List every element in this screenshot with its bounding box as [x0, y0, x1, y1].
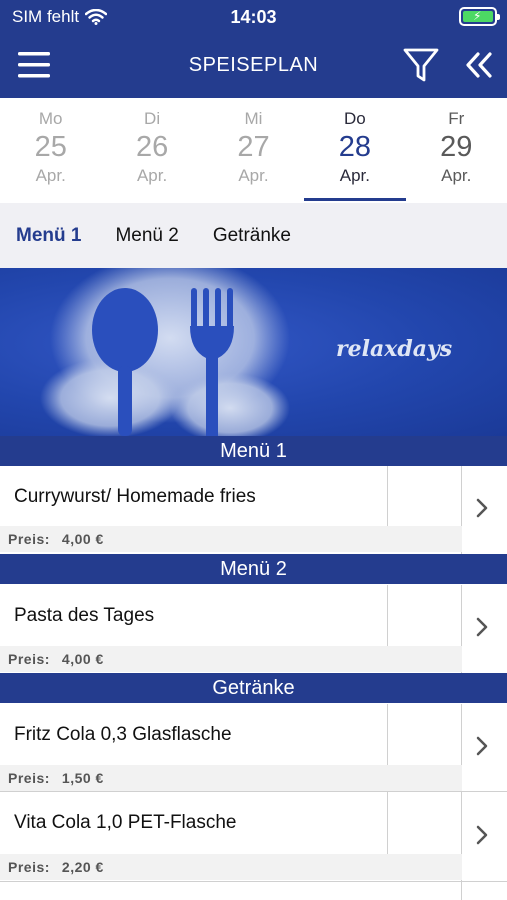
price-value: 4,00 €: [61, 531, 104, 547]
status-bar: SIM fehlt 14:03 ⚡: [0, 0, 507, 34]
menu-item-partial[interactable]: [0, 882, 507, 900]
divider: [387, 585, 388, 647]
day-selector: Mo 25 Apr. Di 26 Apr. Mi 27 Apr. Do 28 A…: [0, 98, 507, 203]
price-value: 1,50 €: [61, 770, 104, 786]
brand-logo: relaxdays: [336, 336, 453, 362]
menu-item[interactable]: Pasta des Tages Preis: 4,00 €: [0, 585, 507, 673]
day-tab-mi[interactable]: Mi 27 Apr.: [203, 98, 304, 203]
price-value: 4,00 €: [61, 651, 104, 667]
day-number: 26: [135, 131, 169, 163]
divider: [387, 466, 388, 528]
app-header: SIM fehlt 14:03 ⚡ SPEISEPLAN: [0, 0, 507, 98]
price-label: Preis:: [8, 859, 50, 875]
menu-item-name: Pasta des Tages: [14, 605, 155, 626]
divider: [461, 882, 462, 900]
tab-menu-1[interactable]: Menü 1: [16, 225, 81, 247]
menu-item-name: Fritz Cola 0,3 Glasflasche: [14, 724, 232, 745]
day-tab-mo[interactable]: Mo 25 Apr.: [0, 98, 101, 203]
menu-item-price-row: Preis: 2,20 €: [0, 854, 462, 880]
chevron-right-icon[interactable]: [470, 823, 494, 847]
price-label: Preis:: [8, 531, 50, 547]
day-number: 29: [440, 131, 473, 163]
menu-item-name: Currywurst/ Homemade fries: [14, 486, 256, 507]
day-number: 28: [338, 131, 371, 163]
day-tab-do[interactable]: Do 28 Apr.: [304, 98, 406, 203]
tab-getraenke[interactable]: Getränke: [213, 225, 291, 247]
chevron-right-icon[interactable]: [470, 496, 494, 520]
day-month: Apr.: [35, 166, 66, 185]
active-day-indicator: [304, 198, 406, 201]
top-bar: SPEISEPLAN: [0, 34, 507, 98]
day-weekday: Di: [144, 109, 161, 128]
divider: [387, 704, 388, 766]
day-tab-di[interactable]: Di 26 Apr.: [101, 98, 202, 203]
filter-icon[interactable]: [402, 46, 440, 84]
day-month: Apr.: [339, 166, 370, 185]
status-time: 14:03: [230, 7, 277, 27]
day-weekday: Do: [344, 109, 366, 128]
day-number: 27: [237, 131, 270, 163]
price-label: Preis:: [8, 651, 50, 667]
menu-item[interactable]: Fritz Cola 0,3 Glasflasche Preis: 1,50 €: [0, 704, 507, 792]
double-chevron-left-icon[interactable]: [462, 48, 496, 82]
price-value: 2,20 €: [61, 859, 104, 875]
banner-image: relaxdays: [0, 268, 507, 436]
menu-item-price-row: Preis: 4,00 €: [0, 526, 462, 552]
menu-item-price-row: Preis: 1,50 €: [0, 765, 462, 791]
section-header-menu-1: Menü 1: [0, 436, 507, 466]
day-number: 25: [34, 131, 67, 163]
chevron-right-icon[interactable]: [470, 615, 494, 639]
menu-item[interactable]: Currywurst/ Homemade fries Preis: 4,00 €: [0, 466, 507, 554]
menu-item[interactable]: Vita Cola 1,0 PET-Flasche Preis: 2,20 €: [0, 792, 507, 882]
menu-item-name: Vita Cola 1,0 PET-Flasche: [14, 812, 237, 833]
day-weekday: Fr: [448, 109, 465, 128]
battery-icon: ⚡: [459, 7, 500, 26]
chevron-right-icon[interactable]: [470, 734, 494, 758]
section-header-menu-2: Menü 2: [0, 554, 507, 584]
divider: [387, 792, 388, 854]
day-month: Apr.: [238, 166, 269, 185]
price-label: Preis:: [8, 770, 50, 786]
day-month: Apr.: [136, 166, 168, 185]
menu-item-price-row: Preis: 4,00 €: [0, 646, 462, 672]
day-tab-fr[interactable]: Fr 29 Apr.: [406, 98, 507, 203]
day-weekday: Mi: [244, 109, 263, 128]
day-weekday: Mo: [38, 109, 63, 128]
category-tabs: Menü 1 Menü 2 Getränke: [0, 203, 507, 268]
tab-menu-2[interactable]: Menü 2: [115, 225, 178, 247]
section-header-getraenke: Getränke: [0, 673, 507, 703]
day-month: Apr.: [441, 166, 472, 185]
